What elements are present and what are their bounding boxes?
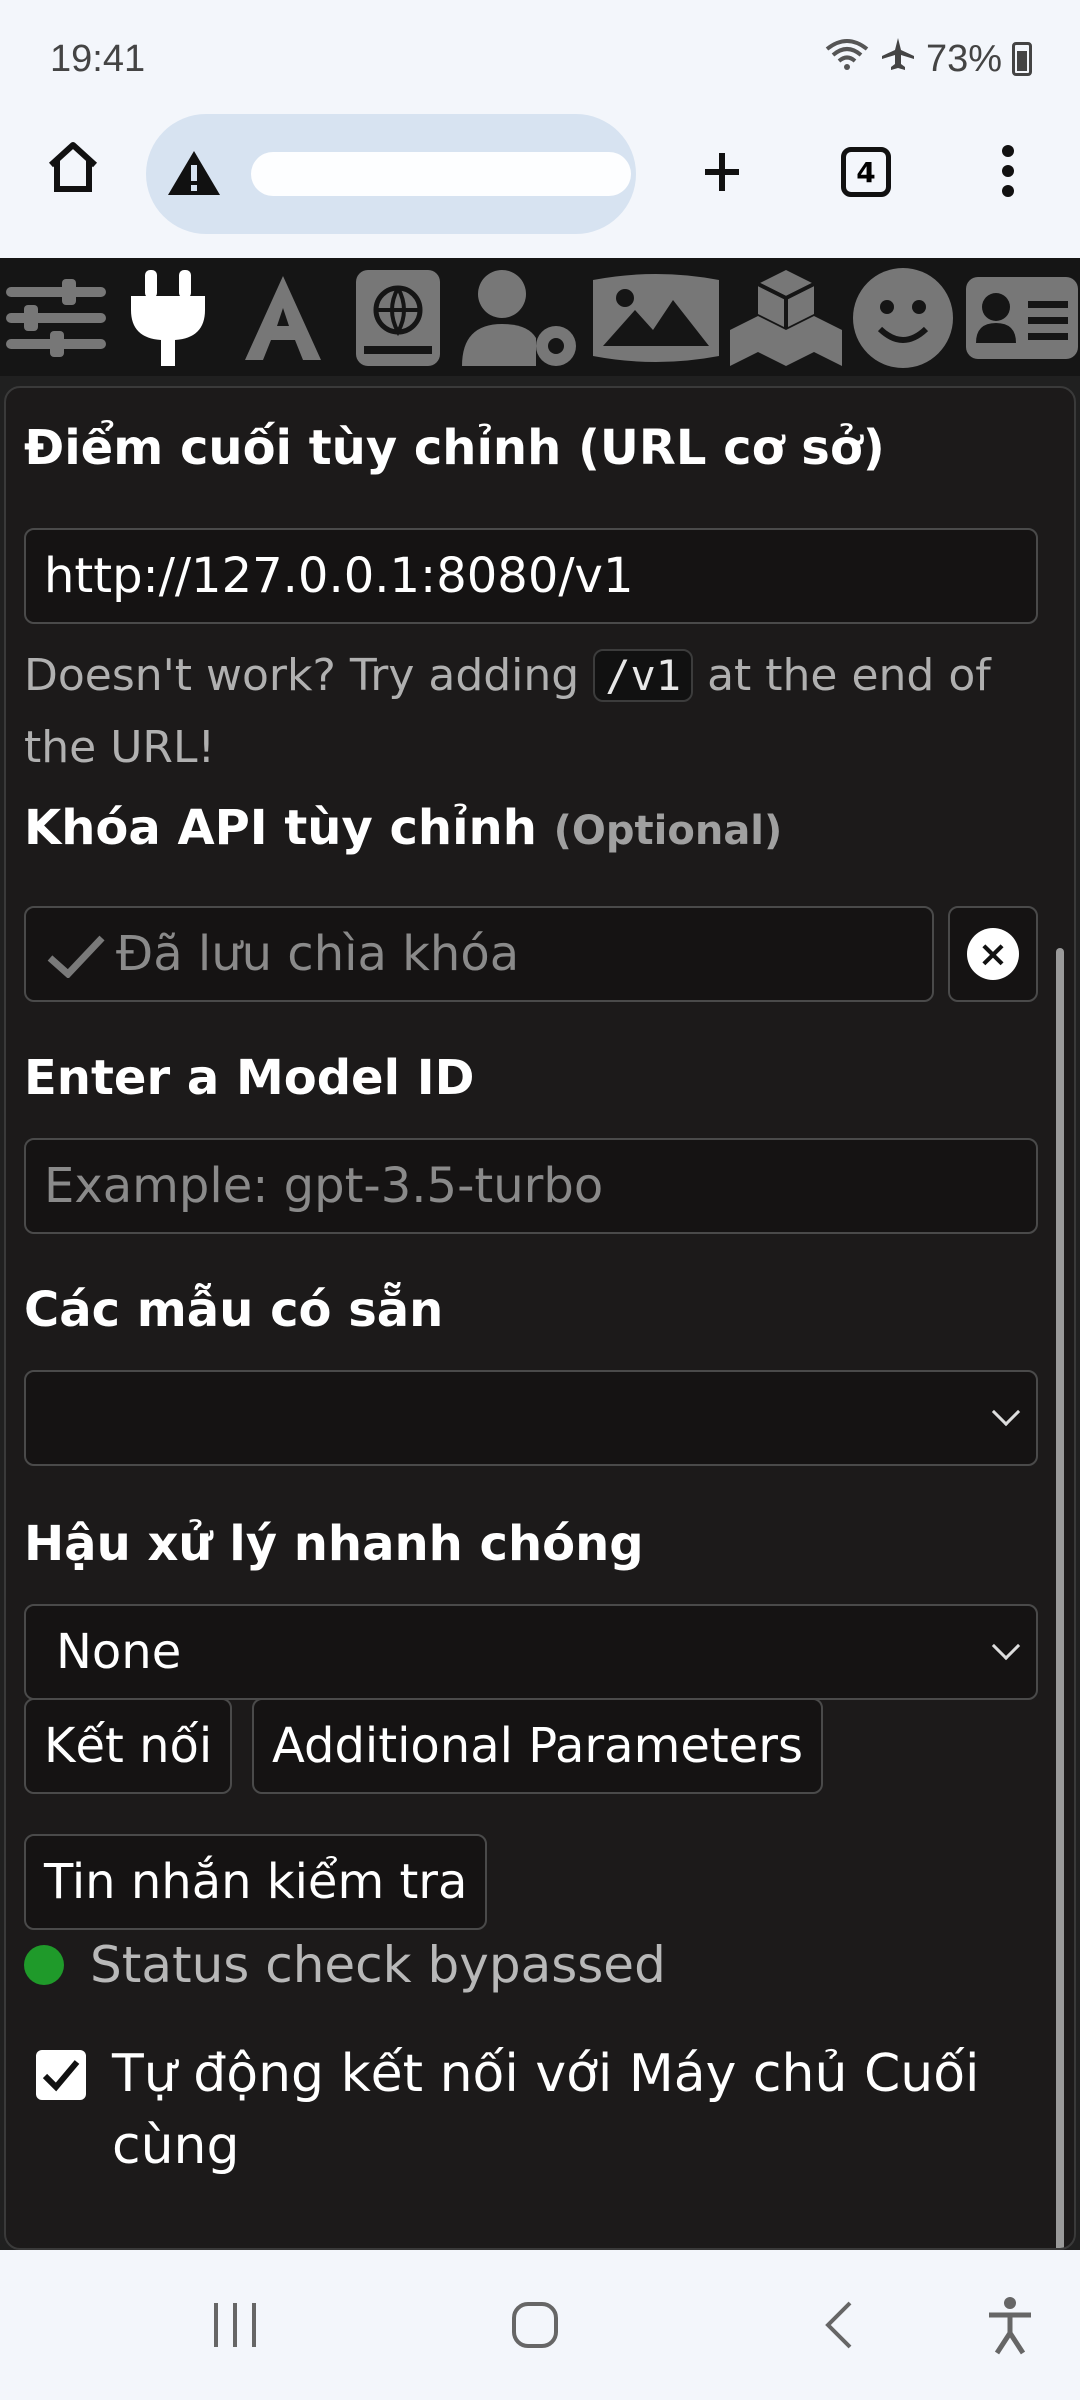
api-connections-panel: Điểm cuối tùy chỉnh (URL cơ sở) http://1…	[4, 386, 1076, 2250]
tab-switcher-button[interactable]: 4	[836, 142, 896, 202]
address-bar[interactable]	[146, 114, 636, 234]
battery-icon	[1012, 42, 1032, 76]
model-id-label: Enter a Model ID	[24, 1050, 475, 1106]
redacted-url	[251, 152, 631, 196]
wifi-icon	[824, 37, 870, 81]
font-icon[interactable]	[228, 266, 338, 370]
connect-button[interactable]: Kết nối	[24, 1698, 233, 1794]
available-models-label: Các mẫu có sẵn	[24, 1282, 444, 1338]
status-bar: 19:41 73%	[0, 0, 1080, 110]
additional-parameters-button[interactable]: Additional Parameters	[252, 1698, 823, 1794]
available-models-select[interactable]	[24, 1370, 1038, 1466]
accessibility-icon[interactable]	[975, 2290, 1045, 2360]
recent-apps-icon[interactable]	[200, 2290, 270, 2360]
more-menu-icon[interactable]	[988, 136, 1028, 206]
airplane-icon	[880, 36, 916, 82]
clear-api-key-button[interactable]: ×	[948, 906, 1038, 1002]
postprocess-label: Hậu xử lý nhanh chóng	[24, 1516, 644, 1572]
image-icon[interactable]	[588, 266, 724, 370]
plug-icon[interactable]	[118, 266, 218, 370]
user-settings-icon[interactable]	[456, 266, 584, 370]
connection-status: Status check bypassed	[24, 1936, 666, 1994]
new-tab-icon[interactable]	[690, 140, 754, 204]
warning-icon[interactable]	[166, 148, 222, 203]
back-icon[interactable]	[804, 2290, 874, 2360]
character-card-icon[interactable]	[960, 266, 1080, 370]
api-key-label: Khóa API tùy chỉnh (Optional)	[24, 800, 783, 856]
endpoint-url-input[interactable]: http://127.0.0.1:8080/v1	[24, 528, 1038, 624]
close-icon: ×	[967, 928, 1019, 980]
status-text: Status check bypassed	[90, 1936, 666, 1994]
sliders-icon[interactable]	[0, 266, 112, 370]
app-content: Điểm cuối tùy chỉnh (URL cơ sở) http://1…	[0, 258, 1080, 2250]
chevron-down-icon	[991, 1631, 1021, 1661]
status-icons: 73%	[824, 36, 1032, 82]
clock: 19:41	[50, 38, 146, 80]
optional-tag: (Optional)	[553, 808, 783, 854]
auto-connect-label: Tự động kết nối với Máy chủ Cuối cùng	[112, 2044, 980, 2176]
system-nav-bar	[0, 2250, 1080, 2400]
status-dot	[24, 1945, 64, 1985]
extensions-cubes-icon[interactable]	[722, 266, 850, 370]
top-icon-bar	[0, 258, 1080, 376]
home-nav-icon[interactable]	[500, 2290, 570, 2360]
chevron-down-icon	[991, 1397, 1021, 1427]
smiley-icon[interactable]	[848, 266, 958, 370]
endpoint-hint: Doesn't work? Try adding /v1 at the end …	[24, 649, 991, 773]
hint-code: /v1	[593, 649, 694, 702]
browser-toolbar: 4	[0, 110, 1080, 258]
tab-count: 4	[841, 147, 891, 197]
postprocess-select[interactable]: None	[24, 1604, 1038, 1700]
api-key-placeholder: Đã lưu chìa khóa	[116, 926, 520, 982]
model-id-input[interactable]: Example: gpt-3.5-turbo	[24, 1138, 1038, 1234]
home-icon[interactable]	[38, 132, 108, 202]
endpoint-label: Điểm cuối tùy chỉnh (URL cơ sở)	[24, 420, 885, 476]
world-book-icon[interactable]	[346, 266, 450, 370]
panel-scrollbar[interactable]	[1056, 948, 1064, 2248]
auto-connect-checkbox[interactable]	[36, 2050, 86, 2100]
test-message-button[interactable]: Tin nhắn kiểm tra	[24, 1834, 488, 1930]
battery-percent: 73%	[925, 37, 1002, 80]
api-key-input[interactable]: Đã lưu chìa khóa	[24, 906, 934, 1002]
checkmark-icon	[46, 934, 106, 990]
